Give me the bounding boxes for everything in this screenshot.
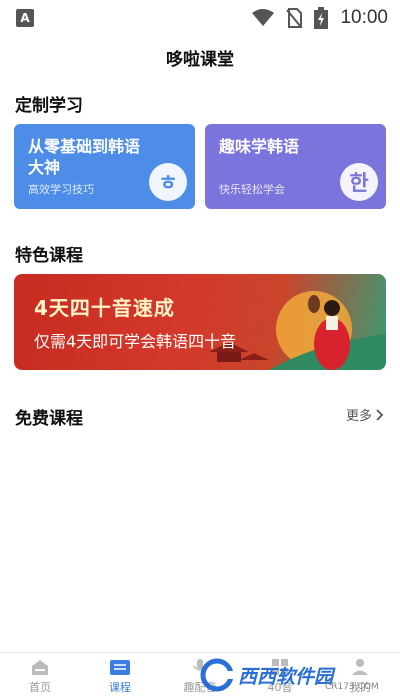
watermark-logo-icon xyxy=(200,658,234,692)
card-subtitle: 快乐轻松学会 xyxy=(219,183,285,196)
free-courses-title: 免费课程 xyxy=(15,409,83,429)
app-header: 哆啦课堂 xyxy=(0,36,400,78)
tab-home[interactable]: 首页 xyxy=(0,653,80,700)
watermark-subtext: CR173.COM xyxy=(325,682,379,692)
custom-study-title: 定制学习 xyxy=(15,96,83,116)
card-title: 趣味学韩语 xyxy=(219,137,300,156)
chevron-right-icon xyxy=(376,408,384,421)
battery-charging-icon xyxy=(314,7,329,29)
page-title: 哆啦课堂 xyxy=(166,49,234,70)
card-subtitle: 高效学习技巧 xyxy=(28,183,94,196)
course-card-fun-korean[interactable]: 趣味学韩语 快乐轻松学会 한 xyxy=(205,124,386,209)
more-label: 更多 xyxy=(345,409,372,424)
book-icon xyxy=(110,660,130,675)
tab-label: 课程 xyxy=(109,681,131,694)
no-sim-icon xyxy=(286,8,303,28)
hangul-badge-icon: 한 xyxy=(340,163,378,201)
featured-banner[interactable]: 4天四十音速成 仅需4天即可学会韩语四十音 xyxy=(14,274,386,370)
course-card-zero-to-master[interactable]: 从零基础到韩语大神 高效学习技巧 ㅎ xyxy=(14,124,195,209)
card-title: 从零基础到韩语大神 xyxy=(28,137,141,177)
tab-courses[interactable]: 课程 xyxy=(80,653,160,700)
palace-illustration-icon xyxy=(209,291,386,370)
watermark-text: 西西软件园 xyxy=(238,665,334,688)
more-link[interactable]: 更多 xyxy=(346,405,384,424)
home-icon xyxy=(32,660,48,675)
banner-headline: 4天四十音速成 xyxy=(34,296,175,320)
wifi-icon xyxy=(252,9,275,26)
featured-title: 特色课程 xyxy=(15,246,83,266)
status-bar: A 10:00 xyxy=(0,0,400,36)
hangul-badge-icon: ㅎ xyxy=(149,163,187,201)
tab-label: 首页 xyxy=(29,681,51,694)
app-notification-icon: A xyxy=(16,9,34,27)
site-watermark: 西西软件园 CR173.COM xyxy=(200,652,380,698)
status-time: 10:00 xyxy=(340,7,388,28)
banner-description: 仅需4天即可学会韩语四十音 xyxy=(34,332,237,351)
